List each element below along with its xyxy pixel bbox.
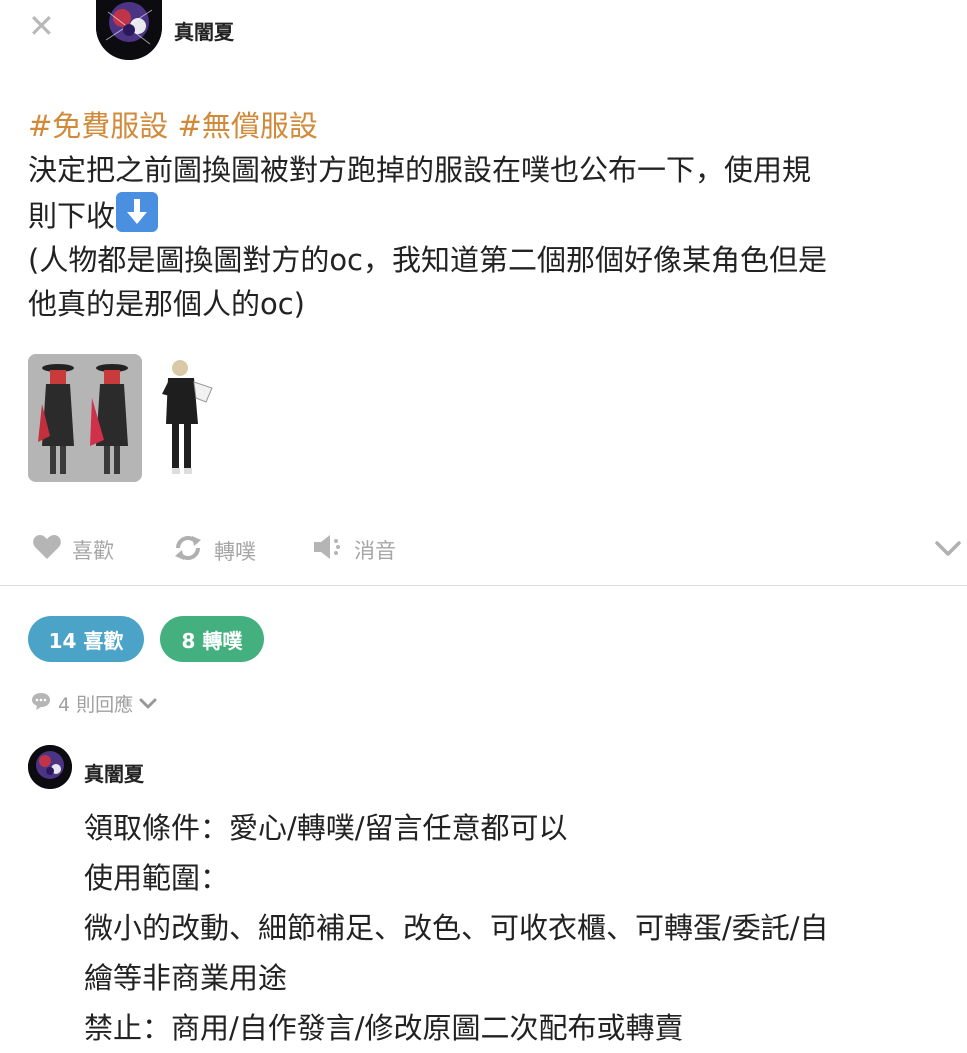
speaker-mute-icon	[312, 534, 344, 565]
heart-icon	[32, 534, 62, 565]
reply-line: 使用範圍：	[84, 861, 230, 895]
replurk-label: 轉噗	[214, 539, 256, 564]
reply-line: 繪等非商業用途	[84, 961, 288, 995]
post-content: #免費服設 #無償服設 決定把之前圖換圖被對方跑掉的服設在噗也公布一下，使用規 …	[28, 104, 958, 326]
chevron-down-icon[interactable]	[934, 540, 962, 562]
mute-button[interactable]: 消音	[312, 534, 396, 565]
reply-author-avatar[interactable]	[28, 745, 72, 789]
reply-content: 領取條件：愛心/轉噗/留言任意都可以 使用範圍： 微小的改動、細節補足、改色、可…	[84, 803, 964, 1053]
post-image-thumbnail[interactable]	[154, 354, 230, 482]
speech-bubble-icon	[30, 691, 52, 716]
author-name[interactable]: 真闇夏	[174, 16, 234, 45]
like-label: 喜歡	[72, 538, 114, 563]
reply-line: 禁止：商用/自作發言/修改原圖二次配布或轉賣	[84, 1011, 684, 1045]
mute-label: 消音	[354, 538, 396, 563]
post-body-line: 決定把之前圖換圖被對方跑掉的服設在噗也公布一下，使用規	[28, 153, 812, 187]
down-arrow-emoji	[116, 192, 159, 232]
post-body-line: (人物都是圖換圖對方的oc，我知道第二個那個好像某角色但是	[28, 243, 828, 277]
replurks-count-badge[interactable]: 8 轉噗	[160, 616, 264, 662]
reply-author-name[interactable]: 真闇夏	[84, 758, 144, 787]
post-hashtags[interactable]: #免費服設 #無償服設	[28, 104, 958, 148]
post-body-line: 他真的是那個人的oc)	[28, 287, 306, 321]
post-body-text: 則下收	[28, 199, 116, 233]
likes-count-badge[interactable]: 14 喜歡	[28, 616, 144, 662]
refresh-icon	[172, 534, 204, 567]
post-body-line: 則下收	[28, 192, 958, 238]
replurk-button[interactable]: 轉噗	[172, 534, 256, 567]
replies-toggle[interactable]: 4 則回應	[30, 690, 157, 717]
chevron-down-icon	[139, 693, 157, 715]
post-image-thumbnail[interactable]	[28, 354, 142, 482]
like-button[interactable]: 喜歡	[32, 534, 114, 565]
author-avatar[interactable]	[96, 0, 162, 60]
divider	[0, 585, 967, 586]
close-icon[interactable]: ✕	[28, 10, 60, 42]
replies-count: 4 則回應	[58, 694, 134, 716]
reply-line: 微小的改動、細節補足、改色、可收衣櫃、可轉蛋/委託/自	[84, 911, 829, 945]
reply-line: 領取條件：愛心/轉噗/留言任意都可以	[84, 811, 568, 845]
